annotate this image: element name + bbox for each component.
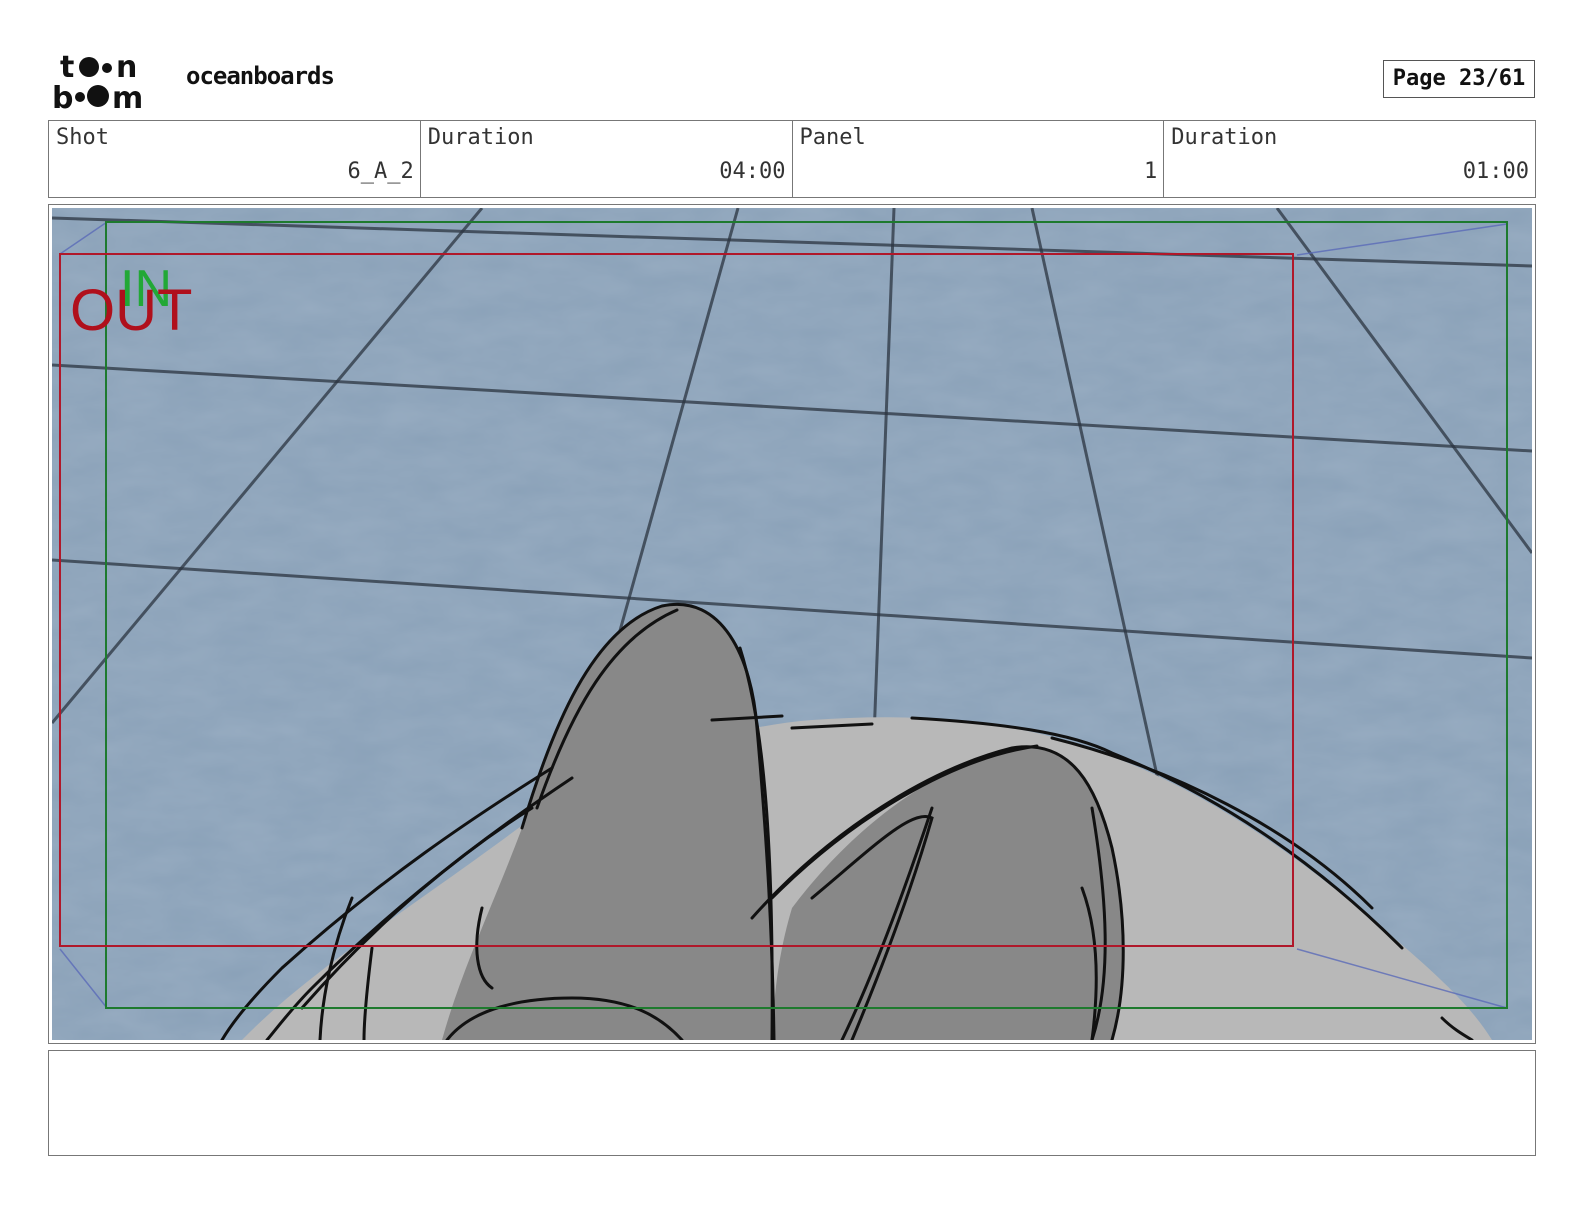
panel-duration-value: 01:00 [1462,159,1529,184]
project-name: oceanboards [186,62,335,90]
svg-text:n: n [116,50,137,85]
panel-duration-label: Duration [1171,125,1278,150]
shot-value: 6_A_2 [347,159,414,184]
panel-label: Panel [799,125,866,150]
svg-text:b: b [52,81,73,112]
shot-info-table: Shot 6_A_2 Duration 04:00 Panel 1 Durati… [48,120,1536,198]
panel-value: 1 [1144,159,1158,184]
shot-label: Shot [56,125,109,150]
shot-duration-cell: Duration 04:00 [421,121,793,197]
shot-duration-label: Duration [427,125,534,150]
svg-text:m: m [112,81,143,112]
panel-notes-box [48,1050,1536,1156]
toonboom-logo: t n b m [52,50,164,116]
svg-text:t: t [60,50,74,85]
page-indicator: Page 23/61 [1383,60,1535,98]
shot-duration-value: 04:00 [719,159,786,184]
out-marker: OUT [70,278,192,343]
shot-cell: Shot 6_A_2 [49,121,421,197]
panel-duration-cell: Duration 01:00 [1164,121,1535,197]
storyboard-panel-image: IN OUT [52,208,1532,1040]
panel-cell: Panel 1 [793,121,1165,197]
